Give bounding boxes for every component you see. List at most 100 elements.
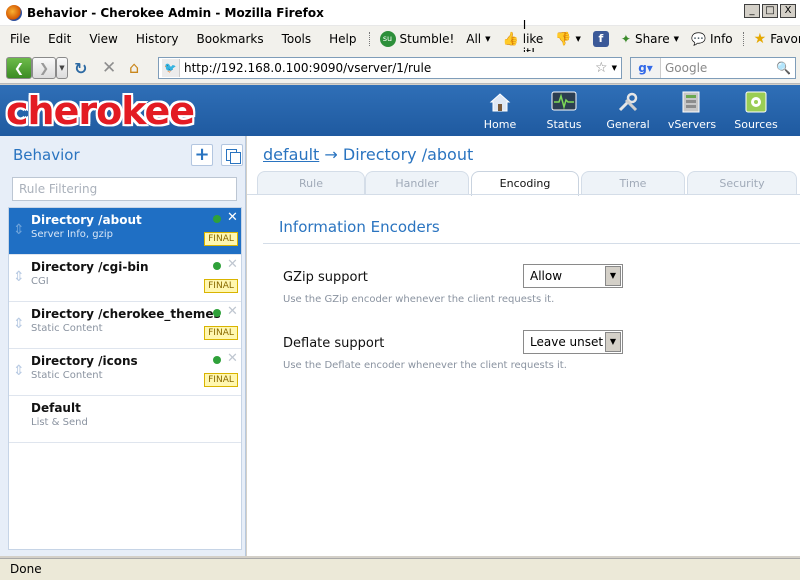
deflate-label: Deflate support [283,336,385,351]
home-icon [487,89,513,115]
nav-general[interactable]: General [596,85,660,136]
thumbs-up-icon: 👍 [502,31,519,47]
enabled-status-icon[interactable] [213,262,221,270]
enabled-status-icon[interactable] [213,215,221,223]
facebook-button[interactable]: f [587,31,615,47]
status-text: Done [10,562,42,576]
history-dropdown[interactable]: ▼ [56,57,68,79]
gzip-select-value: Allow [530,269,563,283]
enabled-status-icon[interactable] [213,309,221,317]
drag-handle-icon[interactable]: ⇕ [13,315,25,333]
rule-name: Directory /about [31,213,142,227]
dislike-button[interactable]: 👎 ▼ [549,32,587,47]
rule-name: Directory /cgi-bin [31,260,149,274]
url-text[interactable]: http://192.168.0.100:9090/vserver/1/rule [184,61,595,75]
cherokee-logo[interactable]: cherokee [6,89,195,133]
favorites-button[interactable]: ★ Favorites [748,31,800,47]
menu-view[interactable]: View [79,32,125,46]
back-button[interactable]: ❮ [6,57,32,79]
chevron-down-icon[interactable]: ▼ [605,266,621,286]
rule-description: CGI [31,276,49,287]
toolbar-separator [742,32,744,46]
delete-rule-icon[interactable]: ✕ [227,257,238,272]
search-bar[interactable]: g▾ Google 🔍 [630,57,796,79]
chevron-down-icon: ▼ [485,35,491,43]
rule-item[interactable]: ⇕ Directory /icons Static Content ✕ FINA… [9,349,241,396]
tab-handler[interactable]: Handler [365,171,469,195]
chevron-down-icon[interactable]: ▼ [605,332,621,352]
sources-icon [743,89,769,115]
menu-bookmarks[interactable]: Bookmarks [187,32,272,46]
stumble-button[interactable]: su Stumble! [374,31,461,47]
tab-encoding[interactable]: Encoding [471,171,579,196]
final-badge[interactable]: FINAL [204,373,238,387]
stop-icon[interactable]: ✕ [102,58,116,78]
search-input[interactable]: Google [665,61,776,75]
menu-help[interactable]: Help [319,32,364,46]
add-rule-button[interactable]: + [191,144,213,166]
rule-item[interactable]: ⇕ Directory /cherokee_themes Static Cont… [9,302,241,349]
home-icon[interactable]: ⌂ [129,58,139,77]
google-icon[interactable]: g▾ [631,58,661,78]
section-divider [263,243,800,244]
share-button[interactable]: ✦ Share ▼ [615,32,685,46]
delete-rule-icon[interactable]: ✕ [227,304,238,319]
final-badge[interactable]: FINAL [204,326,238,340]
nav-status[interactable]: Status [532,85,596,136]
thumbs-down-icon: 👎 [555,31,572,47]
star-icon: ★ [753,31,767,47]
nav-home-label: Home [483,118,517,131]
reload-icon[interactable]: ↻ [74,59,87,78]
minimize-button[interactable]: _ [744,4,760,18]
menu-file[interactable]: File [0,32,38,46]
bookmark-star-icon[interactable]: ☆ [595,60,608,76]
nav-vservers[interactable]: vServers [660,85,724,136]
close-window-button[interactable]: X [780,4,796,18]
deflate-help: Use the Deflate encoder whenever the cli… [283,360,567,371]
final-badge[interactable]: FINAL [204,279,238,293]
menu-tools[interactable]: Tools [272,32,320,46]
forward-button[interactable]: ❯ [32,57,56,79]
tab-time[interactable]: Time [581,171,685,195]
delete-rule-icon[interactable]: ✕ [227,351,238,366]
rule-filter-input[interactable]: Rule Filtering [12,177,237,201]
maximize-button[interactable]: □ [762,4,778,18]
enabled-status-icon[interactable] [213,356,221,364]
deflate-select[interactable]: Leave unset ▼ [523,330,623,354]
info-button[interactable]: 💬 Info [685,32,739,46]
gzip-select[interactable]: Allow ▼ [523,264,623,288]
tab-rule[interactable]: Rule [257,171,365,195]
breadcrumb: default → Directory /about [263,145,473,164]
all-dropdown[interactable]: All ▼ [460,32,496,46]
rule-name: Default [31,401,81,415]
menu-history[interactable]: History [126,32,187,46]
status-bar: Done [0,558,800,580]
tab-security[interactable]: Security [687,171,797,195]
search-icon[interactable]: 🔍 [776,61,791,75]
nav-sources[interactable]: Sources [724,85,788,136]
rule-item[interactable]: Default List & Send [9,396,241,443]
final-badge[interactable]: FINAL [204,232,238,246]
clone-rule-button[interactable] [221,144,243,166]
rule-item[interactable]: ⇕ Directory /about Server Info, gzip ✕ F… [9,208,241,255]
drag-handle-icon[interactable]: ⇕ [13,221,25,239]
toolbar-separator [368,32,370,46]
chevron-down-icon: ▼ [575,35,581,43]
menu-edit[interactable]: Edit [38,32,79,46]
drag-handle-icon[interactable]: ⇕ [13,362,25,380]
site-favicon: 🐦 [162,59,180,77]
rule-description: Server Info, gzip [31,229,113,240]
delete-rule-icon[interactable]: ✕ [227,210,238,225]
cherokee-header: cherokee Home Status General vServers So… [0,85,800,136]
url-bar[interactable]: 🐦 http://192.168.0.100:9090/vserver/1/ru… [158,57,622,79]
url-dropdown-icon[interactable]: ▼ [612,64,617,72]
stumbleupon-icon: su [379,31,396,47]
status-monitor-icon [551,89,577,115]
rule-list: ⇕ Directory /about Server Info, gzip ✕ F… [8,207,242,550]
drag-handle-icon[interactable]: ⇕ [13,268,25,286]
breadcrumb-default-link[interactable]: default [263,145,319,164]
nav-home[interactable]: Home [468,85,532,136]
rule-item[interactable]: ⇕ Directory /cgi-bin CGI ✕ FINAL [9,255,241,302]
facebook-icon: f [592,31,609,47]
rule-name: Directory /icons [31,354,138,368]
